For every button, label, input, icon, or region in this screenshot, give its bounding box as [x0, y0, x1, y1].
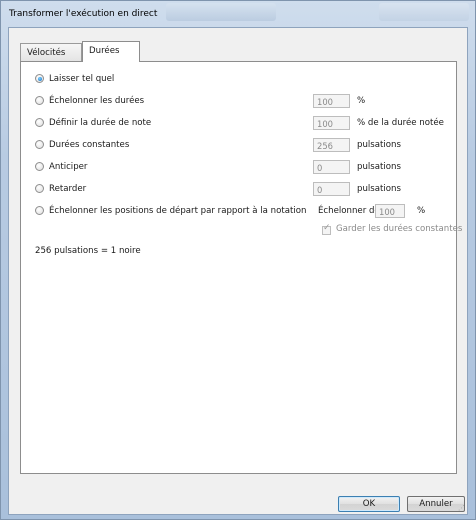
background-window-ghost — [379, 3, 469, 21]
dialog-client-area: Vélocités Durées Laisser tel quel Échelo… — [8, 27, 468, 515]
unit-label: pulsations — [357, 162, 401, 172]
delay-input[interactable]: 0 — [313, 182, 350, 196]
radio-button[interactable] — [35, 140, 44, 149]
radio-button-selected[interactable] — [35, 74, 44, 83]
tab-panel-durees: Laisser tel quel Échelonner les durées 1… — [20, 61, 462, 474]
radio-button[interactable] — [35, 162, 44, 171]
set-note-duration-input[interactable]: 100 — [313, 116, 350, 130]
scale-by-label: Échelonner de — [318, 206, 380, 216]
keep-durations-constant-label: Garder les durées constantes — [336, 224, 463, 234]
option-label: Échelonner les durées — [49, 96, 145, 106]
radio-button[interactable] — [35, 118, 44, 127]
constant-durations-input[interactable]: 256 — [313, 138, 350, 152]
unit-label: % — [417, 206, 426, 216]
scale-start-positions-input[interactable]: 100 — [375, 204, 405, 218]
dialog-window: Transformer l'exécution en direct Véloci… — [0, 0, 476, 520]
title-bar[interactable]: Transformer l'exécution en direct — [1, 1, 475, 27]
option-label: Durées constantes — [49, 140, 130, 150]
keep-durations-constant-checkbox[interactable] — [322, 223, 331, 235]
background-window-ghost — [166, 3, 276, 21]
tab-durees[interactable]: Durées — [82, 41, 140, 62]
option-label: Définir la durée de note — [49, 118, 152, 128]
option-label: Anticiper — [49, 162, 88, 172]
unit-label: pulsations — [357, 184, 401, 194]
unit-label: % de la durée notée — [357, 118, 444, 128]
unit-label: % — [357, 96, 366, 106]
ok-button[interactable]: OK — [338, 496, 400, 512]
unit-label: pulsations — [357, 140, 401, 150]
pulsation-note: 256 pulsations = 1 noire — [35, 246, 141, 256]
resize-grip-icon[interactable]: ⋰ — [458, 504, 465, 512]
scale-durations-input[interactable]: 100 — [313, 94, 350, 108]
radio-button[interactable] — [35, 184, 44, 193]
option-label: Échelonner les positions de départ par r… — [49, 206, 307, 216]
option-label: Laisser tel quel — [49, 74, 115, 84]
radio-button[interactable] — [35, 96, 44, 105]
radio-button[interactable] — [35, 206, 44, 215]
tab-velocites[interactable]: Vélocités — [20, 43, 82, 61]
window-title: Transformer l'exécution en direct — [9, 9, 158, 19]
cancel-button[interactable]: Annuler — [407, 496, 465, 512]
option-label: Retarder — [49, 184, 87, 194]
anticipate-input[interactable]: 0 — [313, 160, 350, 174]
